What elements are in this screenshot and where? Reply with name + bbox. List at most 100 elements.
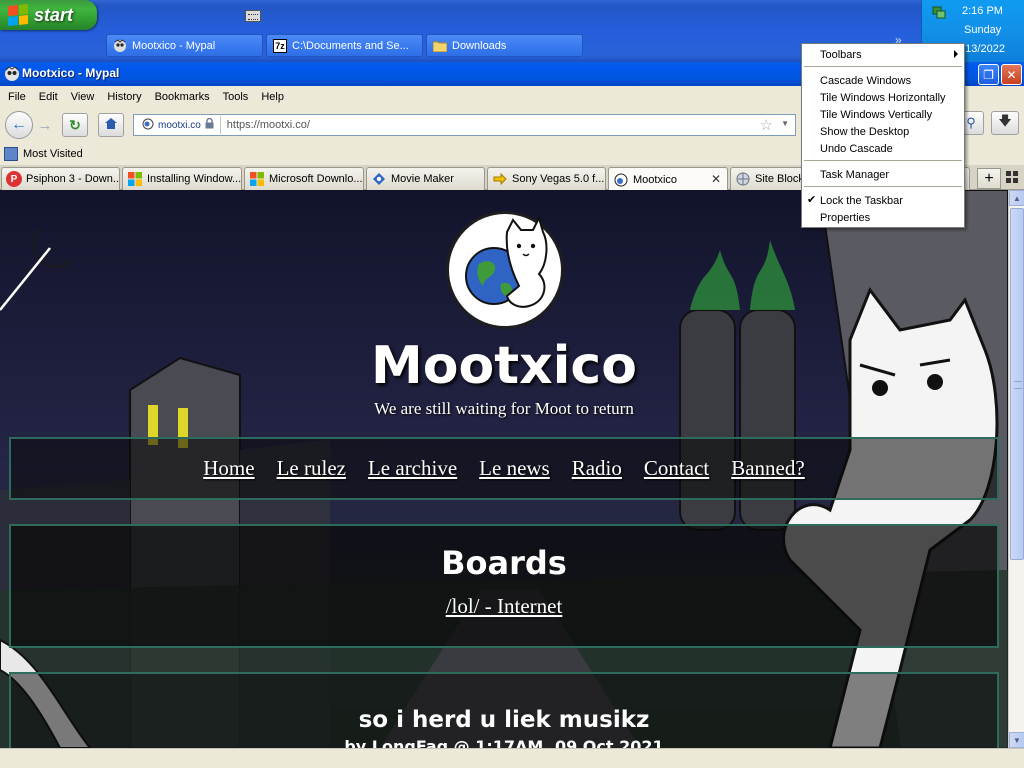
menu-item-undo-cascade[interactable]: Undo Cascade (802, 140, 964, 157)
lock-icon (205, 117, 214, 132)
site-title: Mootxico (371, 336, 637, 396)
menu-item-task-manager[interactable]: Task Manager (802, 166, 964, 183)
url-dropdown-icon[interactable]: ▼ (781, 119, 789, 128)
scroll-grip-icon (1014, 381, 1022, 389)
download-arrow-icon: 🡇 (998, 113, 1012, 128)
menu-item-label: Toolbars (820, 48, 862, 61)
downloads-button[interactable]: 🡇 (991, 111, 1019, 135)
desktop: start Mootxico - Mypal 7z C:\Documents a… (0, 0, 1024, 768)
reload-button[interactable]: ↻ (62, 113, 88, 137)
taskbar-buttons: Mootxico - Mypal 7z C:\Documents and Se.… (106, 34, 583, 57)
tab-sony-vegas[interactable]: Sony Vegas 5.0 f... (487, 167, 606, 190)
nav-link-contact[interactable]: Contact (644, 456, 709, 481)
taskbar-button-label: Mootxico - Mypal (132, 39, 216, 52)
boards-panel: Boards /lol/ - Internet (9, 524, 999, 648)
scroll-down-icon[interactable]: ▼ (1009, 732, 1024, 748)
tab-mootxico[interactable]: Mootxico ✕ (608, 167, 728, 191)
site-identity-button[interactable]: mootxi.co (136, 116, 221, 134)
window-title: Mootxico - Mypal (22, 66, 120, 80)
bookmark-most-visited[interactable]: Most Visited (23, 148, 83, 160)
restore-button[interactable]: ❐ (978, 64, 999, 85)
url-text: https://mootxi.co/ (226, 119, 310, 131)
menu-item-label: Tile Windows Vertically (820, 108, 933, 121)
tab-label: Sony Vegas 5.0 f... (512, 173, 605, 185)
start-button[interactable]: start (0, 0, 97, 30)
menu-view[interactable]: View (71, 91, 95, 103)
new-tab-button[interactable]: + (977, 168, 1001, 189)
bookmark-folder-icon (4, 147, 18, 161)
menu-tools[interactable]: Tools (223, 91, 249, 103)
tab-movie-maker[interactable]: Movie Maker (366, 167, 485, 190)
tab-microsoft-download[interactable]: Microsoft Downlo... (244, 167, 364, 190)
menu-item-lock-taskbar[interactable]: ✔ Lock the Taskbar (802, 192, 964, 209)
menu-item-properties[interactable]: Properties (802, 209, 964, 226)
nav-link-rules[interactable]: Le rulez (277, 456, 346, 481)
menu-separator (804, 160, 962, 161)
menu-bookmarks[interactable]: Bookmarks (155, 91, 210, 103)
checkmark-icon: ✔ (807, 194, 817, 206)
menu-item-tile-horizontally[interactable]: Tile Windows Horizontally (802, 89, 964, 106)
nav-link-banned[interactable]: Banned? (731, 456, 804, 481)
network-icon[interactable] (932, 5, 946, 19)
keyboard-icon[interactable] (245, 10, 261, 22)
taskbar-button-downloads[interactable]: Downloads (426, 34, 583, 57)
menu-edit[interactable]: Edit (39, 91, 58, 103)
menu-item-label: Cascade Windows (820, 74, 912, 87)
menu-item-tile-vertically[interactable]: Tile Windows Vertically (802, 106, 964, 123)
scroll-up-icon[interactable]: ▲ (1009, 190, 1024, 206)
url-bar[interactable]: mootxi.co https://mootxi.co/ ☆ ▼ (133, 114, 796, 136)
bookmark-star-icon[interactable]: ☆ (760, 116, 773, 134)
nav-link-archive[interactable]: Le archive (368, 456, 457, 481)
menu-help[interactable]: Help (261, 91, 284, 103)
taskbar-button-7zip[interactable]: 7z C:\Documents and Se... (266, 34, 423, 57)
menu-history[interactable]: History (107, 91, 141, 103)
tab-label: Psiphon 3 - Down... (26, 173, 120, 185)
7zip-icon: 7z (273, 38, 287, 53)
forward-button[interactable]: → (35, 115, 55, 135)
cat-globe-logo-icon (465, 215, 548, 308)
nav-link-news[interactable]: Le news (479, 456, 550, 481)
tab-label: Installing Window... (147, 173, 242, 185)
tab-label: Microsoft Downlo... (269, 173, 363, 185)
plus-icon: + (984, 169, 994, 187)
vertical-scrollbar[interactable]: ▲ ▼ (1008, 190, 1024, 748)
menu-item-label: Task Manager (820, 168, 890, 181)
menu-item-label: Properties (820, 211, 871, 224)
home-button[interactable] (98, 113, 124, 137)
menu-item-label: Tile Windows Horizontally (820, 91, 946, 104)
taskbar-button-label: Downloads (452, 39, 507, 52)
tab-installing-windows[interactable]: Installing Window... (122, 167, 242, 190)
nav-link-home[interactable]: Home (203, 456, 254, 481)
menu-item-show-desktop[interactable]: Show the Desktop (802, 123, 964, 140)
menu-item-label: Undo Cascade (820, 142, 893, 155)
windows-logo-icon (8, 3, 28, 27)
folder-icon (433, 39, 447, 53)
back-button[interactable]: ← (5, 111, 33, 139)
board-link-lol[interactable]: /lol/ - Internet (11, 594, 997, 619)
menu-item-label: Show the Desktop (820, 125, 910, 138)
site-logo[interactable] (446, 211, 564, 329)
taskbar-context-menu: Toolbars Cascade Windows Tile Windows Ho… (801, 43, 965, 228)
scrollbar-thumb[interactable] (1010, 208, 1024, 560)
menu-item-cascade-windows[interactable]: Cascade Windows (802, 72, 964, 89)
psiphon-icon: P (6, 171, 22, 187)
taskbar-button-mypal[interactable]: Mootxico - Mypal (106, 34, 263, 57)
nav-link-radio[interactable]: Radio (572, 456, 622, 481)
tab-close-icon[interactable]: ✕ (711, 172, 721, 186)
windows-flag-icon (249, 171, 265, 187)
site-subtitle: We are still waiting for Moot to return (374, 399, 634, 418)
windows-flag-icon (127, 171, 143, 187)
close-button[interactable]: ✕ (1001, 64, 1022, 85)
menu-file[interactable]: File (8, 91, 26, 103)
home-icon (104, 117, 118, 133)
submenu-arrow-icon (954, 50, 958, 58)
tab-label: Movie Maker (391, 173, 454, 185)
all-tabs-icon[interactable] (1006, 171, 1018, 183)
clock-time[interactable]: 2:16 PM (962, 5, 1003, 17)
menu-item-label: Lock the Taskbar (820, 194, 903, 207)
menu-item-toolbars[interactable]: Toolbars (802, 46, 964, 63)
tab-psiphon[interactable]: P Psiphon 3 - Down... (1, 167, 120, 190)
restore-icon: ❐ (983, 67, 994, 82)
mypal-icon[interactable] (4, 66, 20, 82)
movie-maker-icon (371, 171, 387, 187)
